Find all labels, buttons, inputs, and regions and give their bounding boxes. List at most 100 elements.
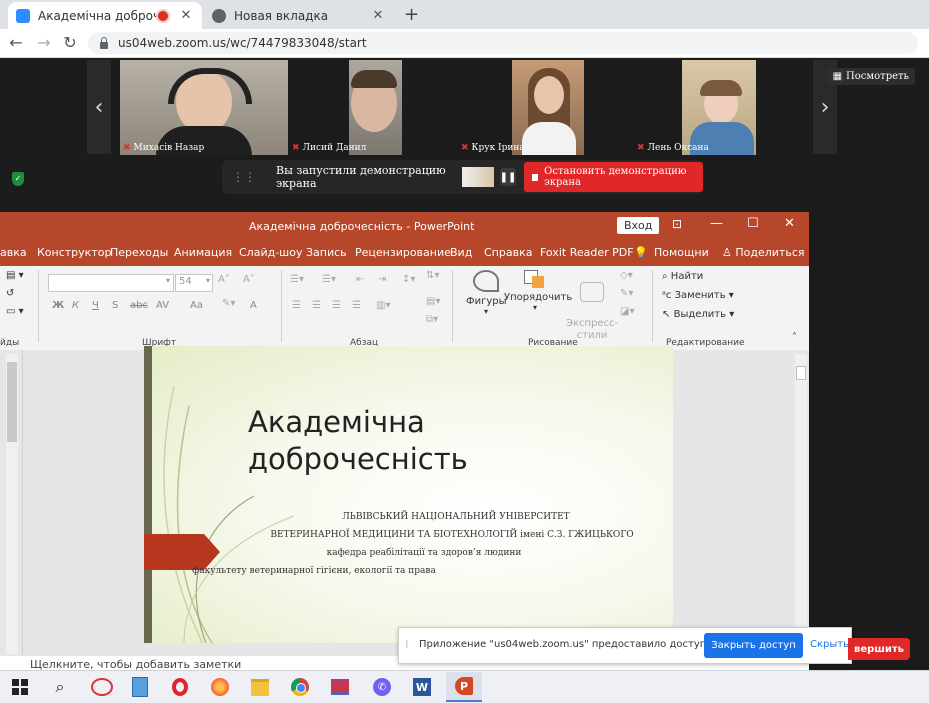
chrome-icon[interactable] <box>288 675 312 699</box>
tab-slideshow[interactable]: Слайд-шоу <box>239 246 302 259</box>
text-direction-icon[interactable]: ⇅▾ <box>426 270 439 281</box>
underline-button[interactable]: Ч <box>92 300 99 311</box>
font-color-button[interactable]: A <box>250 300 257 311</box>
url-field[interactable]: us04web.zoom.us/wc/74479833048/start <box>88 32 918 54</box>
security-shield-icon[interactable]: ✓ <box>12 172 24 186</box>
participant-name-label: ✖ Крук Ірина <box>461 143 525 153</box>
shapes-button[interactable]: Фигуры ▾ <box>466 270 507 316</box>
tab-animation[interactable]: Анимация <box>174 246 232 259</box>
tab-insert[interactable]: авка <box>0 246 27 259</box>
font-size-field[interactable]: 54 ▾ <box>175 274 213 292</box>
participant-video[interactable]: ✖ Лисий Данил <box>289 60 402 155</box>
signin-button[interactable]: Вход <box>617 217 660 234</box>
winrar-icon[interactable] <box>328 675 352 699</box>
select-button[interactable]: ↖ Выделить ▾ <box>662 309 734 320</box>
shrink-font-icon[interactable]: A˅ <box>243 274 255 285</box>
shape-effects-icon[interactable]: ◪▾ <box>620 306 634 317</box>
scroll-thumb[interactable] <box>7 362 17 442</box>
smartart-icon[interactable]: ⧉▾ <box>426 314 438 325</box>
powerpoint-taskbar-icon[interactable]: P <box>446 672 482 702</box>
increase-indent-icon[interactable]: ⇥ <box>378 274 386 285</box>
ribbon-display-options-icon[interactable]: ⊡ <box>672 217 682 231</box>
drag-handle-icon[interactable]: ⋮⋮ <box>232 170 256 184</box>
share-button[interactable]: ♙ Поделиться <box>722 246 805 259</box>
section-icon[interactable]: ▭ ▾ <box>6 306 24 317</box>
collapse-ribbon-icon[interactable]: ˄ <box>792 332 797 343</box>
maximize-icon[interactable]: ☐ <box>747 216 759 231</box>
file-explorer-icon[interactable] <box>248 675 272 699</box>
tab-help[interactable]: Справка <box>484 246 532 259</box>
numbering-icon[interactable]: ☰▾ <box>322 274 336 285</box>
align-left-icon[interactable]: ☰ <box>292 300 301 311</box>
end-meeting-button[interactable]: вершить <box>848 638 910 660</box>
char-spacing-button[interactable]: AV <box>156 300 169 311</box>
align-right-icon[interactable]: ☰ <box>332 300 341 311</box>
layout-icon[interactable]: ▤ ▾ <box>6 270 24 281</box>
browser-tab-zoom[interactable]: Академічна доброчесність ✕ <box>8 2 202 29</box>
notepad-icon[interactable] <box>128 675 152 699</box>
tab-record[interactable]: Запись <box>306 246 347 259</box>
highlight-icon[interactable]: ✎▾ <box>222 298 235 309</box>
tab-foxit[interactable]: Foxit Reader PDF <box>540 246 634 259</box>
grow-font-icon[interactable]: A˄ <box>218 274 230 285</box>
bullets-icon[interactable]: ☰▾ <box>290 274 304 285</box>
strikethrough-button[interactable]: abc <box>130 300 148 311</box>
participant-video[interactable]: ✖ Крук Ірина <box>458 60 584 155</box>
minimize-icon[interactable]: — <box>710 216 723 231</box>
shape-outline-icon[interactable]: ✎▾ <box>620 288 633 299</box>
line-spacing-icon[interactable]: ↕▾ <box>402 274 415 285</box>
tab-view[interactable]: Вид <box>450 246 472 259</box>
browser-tab-new[interactable]: Новая вкладка ✕ <box>204 2 394 29</box>
search-icon[interactable]: ⌕ <box>48 675 72 699</box>
participant-video[interactable]: ✖ Лень Оксана <box>634 60 756 155</box>
snipping-tool-icon[interactable] <box>90 675 114 699</box>
slide-canvas[interactable]: Академічна доброчесність ЛЬВІВСЬКИЙ НАЦІ… <box>144 346 673 643</box>
drag-handle-icon[interactable]: ⁞ <box>405 638 409 651</box>
tell-me-search[interactable]: Помощни <box>654 246 709 259</box>
slide-subtitle[interactable]: ЛЬВІВСЬКИЙ НАЦІОНАЛЬНИЙ УНІВЕРСИТЕТ ВЕТЕ… <box>144 512 673 576</box>
tab-design[interactable]: Конструктор <box>37 246 111 259</box>
italic-button[interactable]: К <box>72 300 79 311</box>
bold-button[interactable]: Ж <box>52 300 64 311</box>
change-case-button[interactable]: Aa <box>190 300 203 311</box>
reload-icon[interactable]: ↻ <box>60 33 80 52</box>
decrease-indent-icon[interactable]: ⇤ <box>356 274 364 285</box>
close-window-icon[interactable]: ✕ <box>784 216 795 231</box>
replace-button[interactable]: ᵃc Заменить ▾ <box>662 290 734 301</box>
columns-icon[interactable]: ▥▾ <box>376 300 390 311</box>
scroll-thumb[interactable] <box>796 366 806 380</box>
quick-styles-button[interactable]: Экспресс- стили <box>566 270 618 342</box>
shape-fill-icon[interactable]: ◇▾ <box>620 270 633 281</box>
participant-video[interactable]: ✖ Михасів Назар <box>120 60 288 155</box>
viber-icon[interactable]: ✆ <box>370 675 394 699</box>
align-text-icon[interactable]: ▤▾ <box>426 296 440 307</box>
tab-transitions[interactable]: Переходы <box>110 246 168 259</box>
pause-share-button[interactable]: ❚❚ <box>499 168 517 186</box>
slide-title[interactable]: Академічна доброчесність <box>248 404 468 478</box>
arrange-button[interactable]: Упорядочить ▾ <box>504 270 572 312</box>
prev-page-button[interactable]: ‹ <box>87 60 111 154</box>
firefox-icon[interactable] <box>208 675 232 699</box>
word-icon[interactable]: W <box>410 675 434 699</box>
close-tab-icon[interactable]: ✕ <box>370 8 386 23</box>
participant-name-label: ✖ Лисий Данил <box>292 143 367 153</box>
opera-icon[interactable] <box>168 675 192 699</box>
close-tab-icon[interactable]: ✕ <box>178 8 194 23</box>
find-button[interactable]: ⌕ Найти <box>662 271 703 282</box>
view-button[interactable]: ▦ Посмотреть <box>826 68 915 85</box>
align-center-icon[interactable]: ☰ <box>312 300 321 311</box>
forward-arrow-icon[interactable]: → <box>34 33 54 52</box>
thumbnail-scrollbar[interactable] <box>6 354 18 654</box>
windows-start-icon[interactable] <box>8 675 32 699</box>
stop-share-button[interactable]: Остановить демонстрацию экрана <box>524 162 703 192</box>
font-name-field[interactable]: ▾ <box>48 274 174 292</box>
reset-icon[interactable]: ↺ <box>6 288 14 299</box>
hide-link[interactable]: Скрыть <box>810 639 849 650</box>
slide-scrollbar[interactable] <box>795 354 807 654</box>
new-tab-icon[interactable]: + <box>404 4 419 25</box>
back-arrow-icon[interactable]: ← <box>6 33 26 52</box>
justify-icon[interactable]: ☰ <box>352 300 361 311</box>
tab-review[interactable]: Рецензирование <box>355 246 451 259</box>
close-access-button[interactable]: Закрыть доступ <box>704 633 803 658</box>
shadow-button[interactable]: S <box>112 300 118 311</box>
